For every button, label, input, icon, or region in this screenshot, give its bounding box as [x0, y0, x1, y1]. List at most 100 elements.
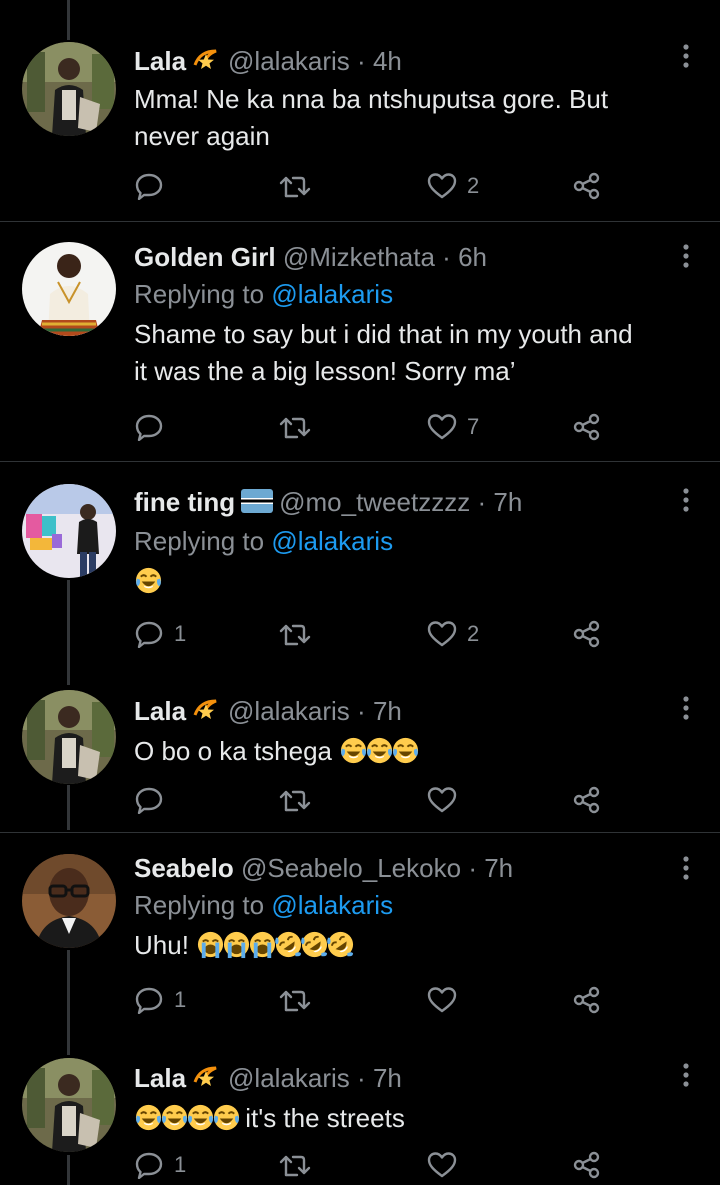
- user-handle[interactable]: @lalakaris: [228, 46, 350, 76]
- mention-link[interactable]: @lalakaris: [271, 526, 393, 556]
- avatar[interactable]: [22, 484, 116, 578]
- tears-of-joy-emoji-icon: [161, 1105, 188, 1131]
- tweet-header: Golden Girl @Mizkethata · 6h: [134, 240, 694, 274]
- share-icon: [572, 786, 602, 814]
- reply-button[interactable]: [134, 784, 174, 816]
- heart-icon: [427, 1151, 457, 1179]
- more-vertical-icon[interactable]: [682, 487, 690, 513]
- retweet-button[interactable]: [279, 618, 311, 650]
- tweet[interactable]: Lala @lalakaris · 7h it's the streets 1: [0, 1038, 720, 1183]
- tweet-text: O bo o ka tshega: [134, 733, 694, 770]
- replying-label: Replying to: [134, 890, 265, 920]
- timestamp[interactable]: 7h: [484, 853, 513, 883]
- mention-link[interactable]: @lalakaris: [271, 279, 393, 309]
- like-button[interactable]: 7: [427, 411, 479, 443]
- user-handle[interactable]: @lalakaris: [228, 696, 350, 726]
- avatar[interactable]: [22, 242, 116, 336]
- display-name[interactable]: Lala: [134, 46, 186, 76]
- share-button[interactable]: [572, 1149, 602, 1181]
- display-name[interactable]: Golden Girl: [134, 242, 276, 272]
- reply-bubble-icon: [134, 786, 164, 814]
- user-handle[interactable]: @lalakaris: [228, 1063, 350, 1093]
- share-button[interactable]: [572, 411, 602, 443]
- like-button[interactable]: 2: [427, 618, 479, 650]
- heart-icon: [427, 786, 457, 814]
- tweet[interactable]: Golden Girl @Mizkethata · 6h Replying to…: [0, 222, 720, 461]
- heart-icon: [427, 986, 457, 1014]
- more-vertical-icon[interactable]: [682, 43, 690, 69]
- display-name[interactable]: Seabelo: [134, 853, 234, 883]
- more-vertical-icon[interactable]: [682, 855, 690, 881]
- display-name[interactable]: Lala: [134, 1063, 186, 1093]
- like-button[interactable]: 2: [427, 170, 479, 202]
- avatar[interactable]: [22, 854, 116, 948]
- avatar[interactable]: [22, 690, 116, 784]
- user-photo-lala: [22, 690, 116, 784]
- avatar[interactable]: [22, 1058, 116, 1152]
- more-vertical-icon[interactable]: [682, 695, 690, 721]
- tweet[interactable]: Seabelo @Seabelo_Lekoko · 7h Replying to…: [0, 833, 720, 1038]
- share-button[interactable]: [572, 984, 602, 1016]
- timestamp[interactable]: 6h: [458, 242, 487, 272]
- mention-link[interactable]: @lalakaris: [271, 890, 393, 920]
- tweet-text-line: it was the a big lesson! Sorry ma’: [134, 356, 516, 386]
- tweet-header: Lala @lalakaris · 7h: [134, 694, 694, 731]
- tweet[interactable]: Lala @lalakaris · 7h O bo o ka tshega: [0, 672, 720, 832]
- reply-button[interactable]: 1: [134, 618, 186, 650]
- like-button[interactable]: [427, 1149, 467, 1181]
- tweet[interactable]: Lala @lalakaris · 4h Mma! Ne ka nna ba nt…: [0, 0, 720, 221]
- separator-dot: ·: [357, 46, 366, 76]
- separator-dot: ·: [468, 853, 477, 883]
- reply-button[interactable]: 1: [134, 984, 186, 1016]
- tears-of-joy-emoji-icon: [135, 568, 162, 594]
- reply-count: 1: [174, 621, 187, 646]
- reply-bubble-icon: [134, 413, 164, 441]
- display-name[interactable]: fine ting: [134, 487, 235, 517]
- timestamp[interactable]: 7h: [373, 1063, 402, 1093]
- retweet-button[interactable]: [279, 170, 311, 202]
- tears-of-joy-emoji-icon: [341, 738, 367, 764]
- reply-button[interactable]: [134, 170, 174, 202]
- share-icon: [572, 986, 602, 1014]
- retweet-button[interactable]: [279, 1149, 311, 1181]
- reply-button[interactable]: [134, 411, 174, 443]
- separator-dot: ·: [477, 487, 487, 517]
- retweet-button[interactable]: [279, 984, 311, 1016]
- like-button[interactable]: [427, 784, 467, 816]
- tweet-text: [134, 563, 694, 600]
- timestamp[interactable]: 4h: [373, 46, 402, 76]
- share-icon: [572, 620, 602, 648]
- share-button[interactable]: [572, 170, 602, 202]
- tweet-text-content: O bo o ka tshega: [134, 736, 333, 767]
- display-name[interactable]: Lala: [134, 696, 186, 726]
- avatar[interactable]: [22, 42, 116, 136]
- heart-icon: [427, 413, 457, 441]
- retweet-button[interactable]: [279, 411, 311, 443]
- tweet-text: it's the streets: [134, 1100, 694, 1137]
- timestamp[interactable]: 7h: [493, 487, 522, 517]
- replying-label: Replying to: [134, 279, 265, 309]
- more-vertical-icon[interactable]: [682, 243, 690, 269]
- share-icon: [572, 172, 602, 200]
- user-handle[interactable]: @mo_tweetzzzz: [279, 487, 470, 517]
- botswana-flag-emoji-icon: [241, 487, 274, 521]
- tweet[interactable]: fine ting @mo_tweetzzzz · 7h Replying to …: [0, 462, 720, 672]
- timestamp[interactable]: 7h: [373, 696, 402, 726]
- more-vertical-icon[interactable]: [682, 1062, 690, 1088]
- user-handle[interactable]: @Mizkethata: [283, 242, 435, 272]
- like-button[interactable]: [427, 984, 467, 1016]
- rolling-on-floor-laughing-emoji-icon: [327, 931, 354, 958]
- retweet-icon: [279, 413, 311, 441]
- share-button[interactable]: [572, 784, 602, 816]
- retweet-button[interactable]: [279, 784, 311, 816]
- reply-button[interactable]: 1: [134, 1149, 186, 1181]
- user-photo-lala: [22, 42, 116, 136]
- like-count: 2: [467, 173, 480, 198]
- like-count: 2: [467, 621, 480, 646]
- reply-count: 1: [174, 987, 187, 1012]
- user-handle[interactable]: @Seabelo_Lekoko: [241, 853, 461, 883]
- tears-of-joy-emoji-icon: [135, 1105, 162, 1131]
- share-button[interactable]: [572, 618, 602, 650]
- user-photo-golden-girl: [22, 242, 116, 336]
- tweet-text: Uhu!: [134, 927, 694, 964]
